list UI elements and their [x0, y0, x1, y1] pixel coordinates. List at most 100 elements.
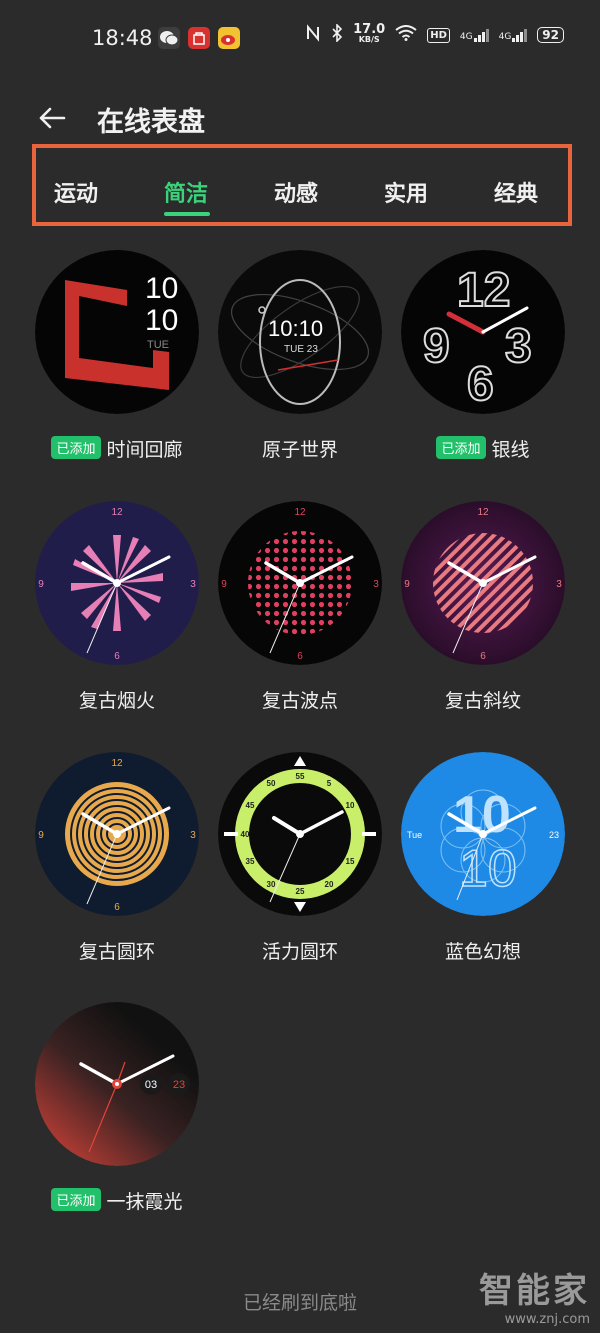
svg-text:9: 9 — [221, 579, 227, 590]
watch-face-preview: 12 9 3 6 — [218, 501, 382, 665]
svg-text:25: 25 — [296, 887, 305, 896]
svg-text:6: 6 — [114, 902, 120, 913]
watch-face-preview: 10 10 TUE — [35, 250, 199, 414]
svg-text:40: 40 — [241, 830, 250, 839]
watch-face-name: 复古波点 — [261, 690, 338, 712]
hd-voice-badge: HD — [427, 27, 450, 43]
watch-face-item[interactable]: 10:10 TUE 23 原子世界 — [218, 250, 401, 490]
battery-indicator: 92 — [537, 27, 564, 43]
svg-text:50: 50 — [267, 779, 276, 788]
watch-face-name: 复古烟火 — [78, 690, 155, 712]
watch-face-item[interactable]: 12 9 3 6 已添加 银线 — [401, 250, 584, 490]
added-badge: 已添加 — [51, 436, 101, 459]
watch-face-name: 活力圆环 — [261, 941, 338, 963]
watch-face-item[interactable]: 10 10 Tue 23 蓝色幻想 — [401, 752, 584, 992]
svg-text:10: 10 — [346, 801, 355, 810]
wechat-icon — [158, 27, 180, 49]
signal-icon-1: 4G — [460, 28, 489, 42]
svg-text:10:10: 10:10 — [268, 316, 323, 341]
svg-text:35: 35 — [246, 857, 255, 866]
svg-text:30: 30 — [267, 880, 276, 889]
active-tab-indicator — [164, 212, 210, 216]
watch-face-preview: 12 9 3 6 — [401, 250, 565, 414]
arrow-left-icon — [39, 107, 66, 129]
shopping-app-icon — [188, 27, 210, 49]
added-badge: 已添加 — [51, 1188, 101, 1211]
svg-text:03: 03 — [145, 1079, 157, 1091]
bluetooth-icon — [331, 23, 343, 46]
notification-icons — [158, 27, 240, 49]
back-button[interactable] — [34, 100, 74, 140]
svg-text:5: 5 — [327, 779, 332, 788]
svg-text:45: 45 — [246, 801, 255, 810]
wifi-icon — [395, 25, 417, 45]
nfc-icon — [305, 24, 321, 46]
svg-text:9: 9 — [423, 320, 450, 373]
network-speed: 17.0 KB/S — [353, 22, 386, 44]
svg-text:3: 3 — [556, 579, 562, 590]
watch-face-name: 已添加 银线 — [401, 435, 565, 462]
svg-text:23: 23 — [549, 830, 559, 840]
svg-text:9: 9 — [38, 830, 44, 841]
watch-face-preview: 12 9 3 6 — [35, 501, 199, 665]
watch-face-item[interactable]: 12 9 3 6 复古波点 — [218, 501, 401, 741]
svg-text:12: 12 — [477, 507, 489, 518]
app-header: 在线表盘 — [0, 96, 600, 146]
tab-simple[interactable]: 简洁 — [164, 176, 208, 208]
system-indicators: 17.0 KB/S HD 4G 4G 92 — [305, 22, 564, 46]
watch-face-item[interactable]: 5 10 15 20 25 30 35 40 45 50 55 活力圆环 — [218, 752, 401, 992]
svg-text:10: 10 — [145, 304, 178, 337]
watch-face-preview: 03 23 — [35, 1002, 199, 1166]
svg-text:3: 3 — [373, 579, 379, 590]
added-badge: 已添加 — [436, 436, 486, 459]
watch-face-preview: 5 10 15 20 25 30 35 40 45 50 55 — [218, 752, 382, 916]
svg-text:20: 20 — [325, 880, 334, 889]
svg-text:6: 6 — [297, 651, 303, 662]
weibo-icon — [218, 27, 240, 49]
watch-face-name: 已添加 一抹霞光 — [35, 1187, 199, 1214]
svg-text:10: 10 — [459, 840, 517, 898]
svg-text:9: 9 — [404, 579, 410, 590]
svg-text:12: 12 — [111, 507, 123, 518]
tab-classic[interactable]: 经典 — [494, 176, 538, 208]
watch-face-item[interactable]: 12 9 3 6 复古斜纹 — [401, 501, 584, 741]
category-tabs: 运动 简洁 动感 实用 经典 — [32, 144, 572, 226]
watch-face-item[interactable]: 10 10 TUE 已添加 时间回廊 — [35, 250, 218, 490]
watch-face-name: 复古斜纹 — [444, 690, 521, 712]
tab-sport[interactable]: 运动 — [54, 176, 98, 208]
signal-icon-2: 4G — [499, 28, 528, 42]
status-time: 18:48 — [92, 26, 153, 50]
svg-text:TUE: TUE — [147, 339, 169, 351]
watch-face-preview: 12 9 3 6 — [35, 752, 199, 916]
svg-text:3: 3 — [190, 579, 196, 590]
watch-face-name: 已添加 时间回廊 — [35, 435, 199, 462]
watermark: 智能家 www.znj.com — [479, 1271, 590, 1327]
svg-text:12: 12 — [294, 507, 306, 518]
watch-face-item[interactable]: 03 23 已添加 一抹霞光 — [35, 1002, 218, 1242]
page-title: 在线表盘 — [97, 107, 205, 138]
svg-text:TUE 23: TUE 23 — [284, 344, 318, 355]
tab-practical[interactable]: 实用 — [384, 176, 428, 208]
svg-text:10: 10 — [145, 272, 178, 305]
svg-text:6: 6 — [114, 651, 120, 662]
svg-text:55: 55 — [296, 772, 305, 781]
watch-face-preview: 10:10 TUE 23 — [218, 250, 382, 414]
svg-text:3: 3 — [190, 830, 196, 841]
watch-face-item[interactable]: 12 9 3 6 复古烟火 — [35, 501, 218, 741]
watch-face-item[interactable]: 12 9 3 6 复古圆环 — [35, 752, 218, 992]
svg-text:Tue: Tue — [407, 830, 422, 840]
svg-text:12: 12 — [457, 264, 510, 317]
svg-text:15: 15 — [346, 857, 355, 866]
watch-face-preview: 12 9 3 6 — [401, 501, 565, 665]
svg-text:6: 6 — [480, 651, 486, 662]
svg-text:23: 23 — [173, 1079, 185, 1091]
tab-dynamic[interactable]: 动感 — [274, 176, 318, 208]
svg-text:12: 12 — [111, 758, 123, 769]
watch-face-name: 蓝色幻想 — [444, 941, 521, 963]
watch-face-preview: 10 10 Tue 23 — [401, 752, 565, 916]
watch-face-name: 复古圆环 — [78, 941, 155, 963]
watch-face-name: 原子世界 — [261, 439, 338, 461]
svg-text:9: 9 — [38, 579, 44, 590]
svg-text:6: 6 — [467, 358, 494, 411]
status-bar: 18:48 17.0 KB/S HD 4G 4G 92 — [0, 0, 600, 76]
